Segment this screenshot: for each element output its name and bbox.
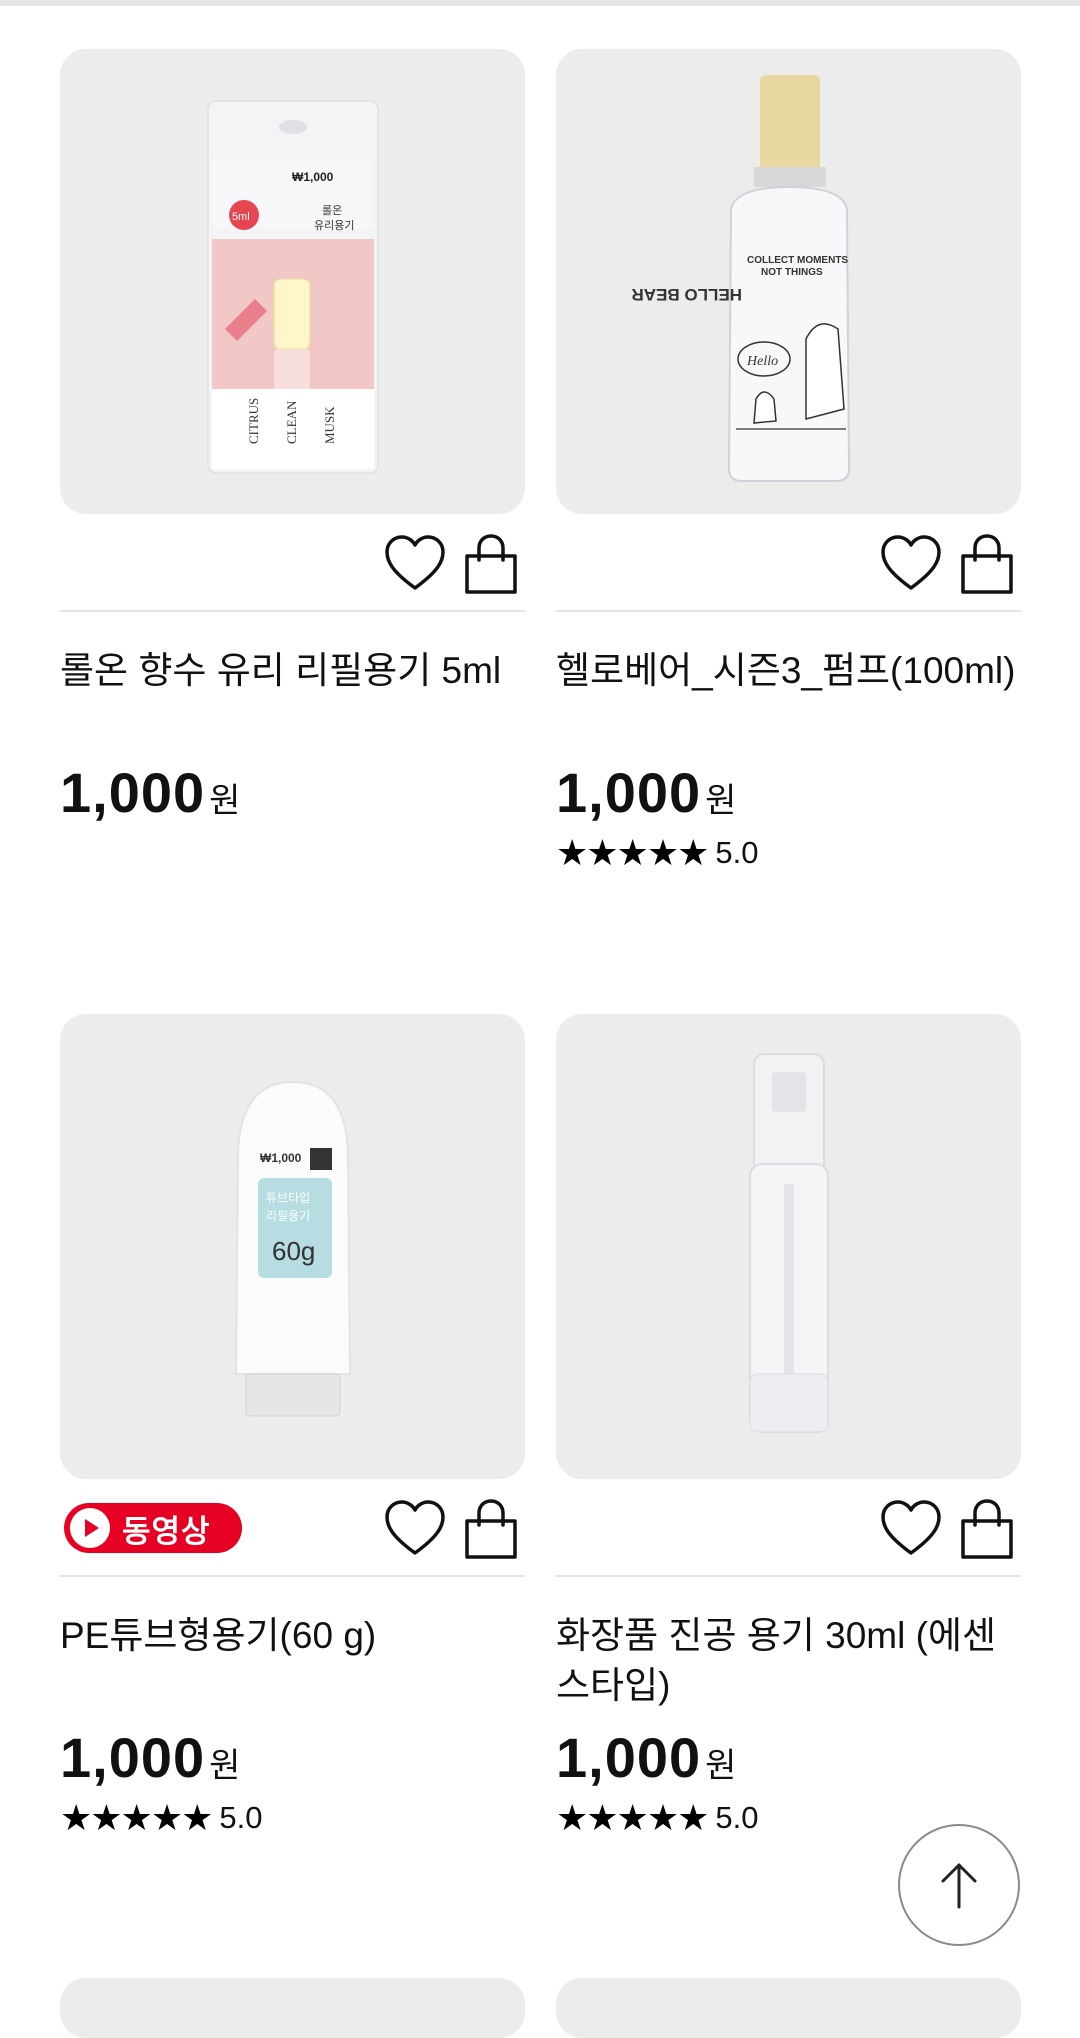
svg-text:₩1,000: ₩1,000 — [292, 170, 334, 184]
product-card[interactable]: ₩1,000 튜브타입 리필용기 60g 동영상 PE튜브형용기(60 g) 1… — [60, 1014, 525, 1838]
product-image[interactable]: ₩1,000 튜브타입 리필용기 60g — [60, 1014, 525, 1479]
svg-text:₩1,000: ₩1,000 — [260, 1151, 302, 1165]
rating-stars: ★★★★★ — [556, 1797, 709, 1838]
product-actions — [556, 514, 1021, 612]
price-amount: 1,000 — [60, 761, 206, 824]
next-product-image-partial[interactable] — [60, 1978, 525, 2038]
video-badge[interactable]: 동영상 — [64, 1503, 242, 1553]
hello-bear-pump-bottle-image: COLLECT MOMENTS NOT THINGS HELLO BEAR He… — [632, 75, 851, 482]
rating-score: 5.0 — [715, 1800, 759, 1835]
rating-stars: ★★★★★ — [60, 1797, 213, 1838]
svg-text:리필용기: 리필용기 — [266, 1209, 310, 1223]
svg-text:유리용기: 유리용기 — [314, 219, 354, 232]
product-name[interactable]: PE튜브형용기(60 g) — [60, 1611, 525, 1711]
svg-text:MUSK: MUSK — [322, 406, 337, 444]
heart-outline-icon[interactable] — [383, 1497, 447, 1561]
svg-text:60g: 60g — [272, 1236, 315, 1266]
svg-text:COLLECT MOMENTS: COLLECT MOMENTS — [747, 255, 848, 266]
video-label: 동영상 — [122, 1513, 211, 1549]
svg-text:튜브타입: 튜브타입 — [266, 1191, 310, 1205]
product-price: 1,000 원 — [60, 1725, 525, 1790]
price-currency: 원 — [209, 1747, 241, 1785]
product-card[interactable]: 화장품 진공 용기 30ml (에센스타입) 1,000 원 ★★★★★ 5.0 — [556, 1014, 1021, 1838]
price-currency: 원 — [705, 1747, 737, 1785]
arrow-up-icon — [941, 1863, 977, 1909]
vacuum-cosmetic-container-image — [749, 1053, 829, 1433]
rating-stars: ★★★★★ — [556, 832, 709, 873]
svg-text:CLEAN: CLEAN — [284, 400, 299, 444]
shopping-bag-icon[interactable] — [955, 1497, 1019, 1561]
product-name[interactable]: 롤온 향수 유리 리필용기 5ml — [60, 646, 525, 746]
product-price: 1,000 원 — [556, 760, 1021, 825]
heart-outline-icon[interactable] — [879, 532, 943, 596]
product-price: 1,000 원 — [556, 1725, 1021, 1790]
svg-text:롤온: 롤온 — [322, 204, 342, 217]
product-name[interactable]: 헬로베어_시즌3_펌프(100ml) — [556, 646, 1021, 746]
price-amount: 1,000 — [60, 1726, 206, 1789]
price-currency: 원 — [705, 782, 737, 820]
shopping-bag-icon[interactable] — [459, 532, 523, 596]
next-product-image-partial[interactable] — [556, 1978, 1021, 2038]
top-divider — [0, 0, 1080, 6]
product-actions — [60, 514, 525, 612]
rollon-perfume-glass-container-image: ₩1,000 5ml 롤온 유리용기 CITRUS CLEAN MUSK — [207, 100, 379, 474]
svg-text:Hello: Hello — [746, 354, 778, 369]
product-card[interactable]: ₩1,000 5ml 롤온 유리용기 CITRUS CLEAN MUSK 롤온 … — [60, 49, 525, 825]
product-actions: 동영상 — [60, 1479, 525, 1577]
product-actions — [556, 1479, 1021, 1577]
play-icon — [70, 1508, 110, 1548]
product-image[interactable]: COLLECT MOMENTS NOT THINGS HELLO BEAR He… — [556, 49, 1021, 514]
svg-text:HELLO BEAR: HELLO BEAR — [632, 285, 743, 304]
scroll-top-button[interactable] — [898, 1824, 1020, 1946]
svg-text:NOT THINGS: NOT THINGS — [761, 267, 823, 278]
rating-score: 5.0 — [715, 835, 759, 870]
price-amount: 1,000 — [556, 761, 702, 824]
product-rating: ★★★★★ 5.0 — [60, 1798, 525, 1838]
heart-outline-icon[interactable] — [383, 532, 447, 596]
product-rating: ★★★★★ 5.0 — [556, 833, 1021, 873]
price-currency: 원 — [209, 782, 241, 820]
shopping-bag-icon[interactable] — [955, 532, 1019, 596]
price-amount: 1,000 — [556, 1726, 702, 1789]
rating-score: 5.0 — [219, 1800, 263, 1835]
pe-tube-container-image: ₩1,000 튜브타입 리필용기 60g — [234, 1080, 352, 1417]
product-card[interactable]: COLLECT MOMENTS NOT THINGS HELLO BEAR He… — [556, 49, 1021, 873]
product-image[interactable] — [556, 1014, 1021, 1479]
product-image[interactable]: ₩1,000 5ml 롤온 유리용기 CITRUS CLEAN MUSK — [60, 49, 525, 514]
product-price: 1,000 원 — [60, 760, 525, 825]
svg-text:CITRUS: CITRUS — [246, 398, 261, 444]
product-name[interactable]: 화장품 진공 용기 30ml (에센스타입) — [556, 1611, 1021, 1711]
svg-text:5ml: 5ml — [232, 211, 250, 223]
heart-outline-icon[interactable] — [879, 1497, 943, 1561]
shopping-bag-icon[interactable] — [459, 1497, 523, 1561]
